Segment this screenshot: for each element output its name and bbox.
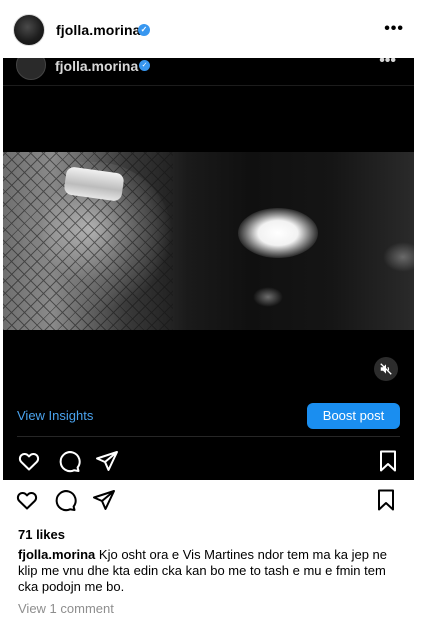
embedded-action-bar (17, 449, 400, 473)
post-username[interactable]: fjolla.morina (56, 22, 141, 38)
post-header: fjolla.morina ✓ ••• (0, 0, 428, 60)
heart-icon (18, 452, 40, 471)
video-light (238, 208, 318, 258)
boost-post-button[interactable]: Boost post (307, 403, 400, 429)
video-light-side (383, 242, 414, 272)
embedded-username: fjolla.morina (55, 58, 139, 74)
more-options-button[interactable]: ••• (384, 20, 404, 38)
comment-icon[interactable] (53, 488, 77, 512)
video-light-small (253, 287, 283, 307)
view-insights-link[interactable]: View Insights (17, 408, 93, 423)
mute-icon (380, 363, 392, 375)
bookmark-icon (380, 450, 396, 472)
share-icon (96, 451, 118, 471)
embedded-post-header: fjolla.morina ✓ ••• (3, 58, 414, 86)
video-frame[interactable] (3, 152, 414, 330)
embedded-verified-icon: ✓ (139, 60, 150, 71)
embedded-avatar (16, 58, 46, 80)
avatar[interactable] (13, 14, 45, 46)
post-media[interactable]: fjolla.morina ✓ ••• View Insights Boost … (3, 58, 414, 480)
caption: fjolla.morina Kjo osht ora e Vis Martine… (18, 547, 403, 595)
view-comments-link[interactable]: View 1 comment (18, 601, 114, 616)
action-bar (15, 488, 400, 512)
bookmark-icon[interactable] (374, 488, 398, 512)
mute-button[interactable] (374, 357, 398, 381)
heart-icon[interactable] (15, 488, 39, 512)
embedded-divider (17, 436, 400, 437)
comment-icon (59, 451, 81, 473)
share-icon[interactable] (92, 488, 116, 512)
embedded-more-icon: ••• (379, 58, 396, 69)
caption-username[interactable]: fjolla.morina (18, 547, 95, 562)
likes-count[interactable]: 71 likes (18, 527, 65, 542)
verified-badge-icon: ✓ (138, 24, 150, 36)
